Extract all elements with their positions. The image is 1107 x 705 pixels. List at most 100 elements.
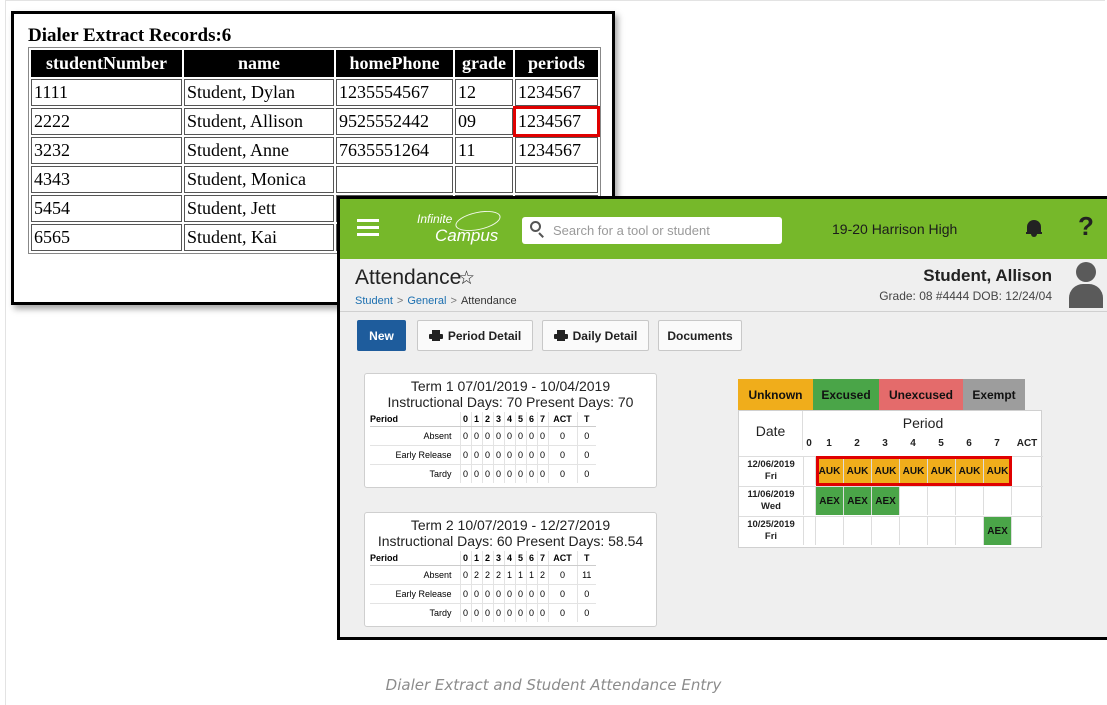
- attendance-cell[interactable]: [871, 517, 899, 545]
- count-cell: 0: [492, 425, 504, 445]
- row-date: 12/06/2019 Fri: [739, 459, 803, 483]
- search-icon: [530, 221, 544, 238]
- attendance-cell[interactable]: [803, 517, 815, 545]
- attendance-cell[interactable]: AUK: [815, 457, 843, 485]
- new-button[interactable]: New: [357, 320, 406, 351]
- count-cell: 0: [547, 564, 577, 584]
- attendance-cell[interactable]: [927, 487, 955, 515]
- cell-student-number: 6565: [31, 224, 182, 251]
- attendance-cell[interactable]: [803, 487, 815, 515]
- documents-button[interactable]: Documents: [658, 320, 742, 351]
- row-label: Tardy: [370, 463, 460, 483]
- count-cell: 0: [492, 583, 504, 603]
- star-icon[interactable]: ☆: [458, 267, 475, 290]
- term-col-header: 6: [525, 551, 537, 566]
- attendance-cell[interactable]: [815, 517, 843, 545]
- count-cell: 0: [576, 463, 596, 483]
- attendance-cell[interactable]: AUK: [899, 457, 927, 485]
- count-cell: 0: [492, 602, 504, 622]
- breadcrumb-general[interactable]: General: [407, 295, 446, 307]
- hamburger-menu-icon[interactable]: [357, 219, 379, 236]
- attendance-cell[interactable]: AEX: [983, 517, 1011, 545]
- term-col-header: 3: [492, 412, 504, 427]
- top-bar: Infinite Campus Search for a tool or stu…: [340, 199, 1107, 259]
- daily-detail-button[interactable]: Daily Detail: [542, 320, 649, 351]
- attendance-cell[interactable]: AUK: [955, 457, 983, 485]
- attendance-cell[interactable]: [955, 487, 983, 515]
- avatar: [1068, 262, 1104, 310]
- term-title: Term 2 10/07/2019 - 12/27/2019: [410, 517, 611, 533]
- attendance-cell[interactable]: [1011, 457, 1043, 485]
- attendance-cell[interactable]: AUK: [983, 457, 1011, 485]
- attendance-cell[interactable]: AUK: [871, 457, 899, 485]
- term-col-header: T: [576, 551, 596, 566]
- period-col-header: 5: [938, 438, 944, 449]
- count-cell: 0: [470, 444, 482, 464]
- term-1-summary: Term 1 07/01/2019 - 10/04/2019 Instructi…: [364, 373, 657, 488]
- count-cell: 0: [536, 602, 548, 622]
- breadcrumb-attendance: Attendance: [460, 295, 517, 307]
- school-selector[interactable]: 19-20 Harrison High: [832, 221, 957, 237]
- attendance-cell[interactable]: AEX: [843, 487, 871, 515]
- attendance-cell[interactable]: [843, 517, 871, 545]
- attendance-cell[interactable]: [983, 487, 1011, 515]
- attendance-cell[interactable]: [803, 457, 815, 485]
- term-2-summary: Term 2 10/07/2019 - 12/27/2019 Instructi…: [364, 512, 657, 627]
- cell-name: Student, Kai: [184, 224, 334, 251]
- cell-name: Student, Dylan: [184, 79, 334, 106]
- infinite-campus-logo[interactable]: Infinite Campus: [417, 207, 507, 247]
- cell-student-number: 4343: [31, 166, 182, 193]
- cell-name: Student, Jett: [184, 195, 334, 222]
- attendance-row: 12/06/2019 Fri AUK AUK AUK AUK AUK AUK AU…: [739, 456, 1043, 485]
- cell-name: Student, Allison: [184, 108, 334, 135]
- attendance-cell[interactable]: AUK: [927, 457, 955, 485]
- attendance-cell[interactable]: [1011, 517, 1043, 545]
- breadcrumb-separator: >: [450, 295, 457, 307]
- search-input[interactable]: Search for a tool or student: [522, 217, 782, 244]
- row-label: Early Release: [370, 583, 460, 603]
- row-label: Tardy: [370, 602, 460, 622]
- attendance-cell[interactable]: [955, 517, 983, 545]
- attendance-cell[interactable]: [899, 487, 927, 515]
- breadcrumb-separator: >: [396, 295, 404, 307]
- term-col-header: Period: [370, 412, 460, 427]
- count-cell: 0: [547, 583, 577, 603]
- table-row: Tardy 0 0 0 0 0 0 0 0 0 0: [370, 463, 596, 483]
- term-col-header: 5: [514, 412, 526, 427]
- table-row: 3232 Student, Anne 7635551264 11 1234567: [31, 137, 598, 164]
- day-text: Fri: [764, 531, 778, 542]
- count-cell: 0: [459, 444, 471, 464]
- count-cell: 0: [503, 583, 515, 603]
- count-cell: 0: [514, 602, 526, 622]
- table-row: Tardy 0 0 0 0 0 0 0 0 0 0: [370, 602, 596, 622]
- attendance-cell[interactable]: [899, 517, 927, 545]
- breadcrumb-student[interactable]: Student: [355, 295, 393, 307]
- attendance-cell[interactable]: [1011, 487, 1043, 515]
- cell-name: Student, Monica: [184, 166, 334, 193]
- row-date: 11/06/2019 Wed: [739, 489, 803, 513]
- count-cell: 0: [459, 583, 471, 603]
- count-cell: 0: [492, 463, 504, 483]
- term-table: Period 0 1 2 3 4 5 6 7 ACT T Absent 0 0 …: [370, 412, 596, 483]
- attendance-cell[interactable]: AEX: [871, 487, 899, 515]
- period-detail-button[interactable]: Period Detail: [417, 320, 533, 351]
- table-row: Absent 0 2 2 2 1 1 1 2 0 11: [370, 564, 596, 584]
- attendance-cell[interactable]: AEX: [815, 487, 843, 515]
- cell-grade: 12: [455, 79, 513, 106]
- col-header-periods: periods: [515, 50, 598, 77]
- attendance-cell[interactable]: AUK: [843, 457, 871, 485]
- cell-periods: 1234567: [515, 79, 598, 106]
- period-col-header: ACT: [1016, 438, 1038, 449]
- count-cell: 2: [481, 564, 493, 584]
- bell-icon[interactable]: [1026, 218, 1042, 238]
- help-icon[interactable]: ?: [1078, 211, 1094, 242]
- count-cell: 0: [481, 444, 493, 464]
- term-header-row: Period 0 1 2 3 4 5 6 7 ACT T: [370, 551, 596, 566]
- col-header-name: name: [184, 50, 334, 77]
- date-text: 11/06/2019: [747, 489, 795, 500]
- count-cell: 0: [514, 444, 526, 464]
- legend-unknown: Unknown: [738, 379, 813, 410]
- count-cell: 0: [547, 425, 577, 445]
- attendance-cell[interactable]: [927, 517, 955, 545]
- term-col-header: 2: [481, 412, 493, 427]
